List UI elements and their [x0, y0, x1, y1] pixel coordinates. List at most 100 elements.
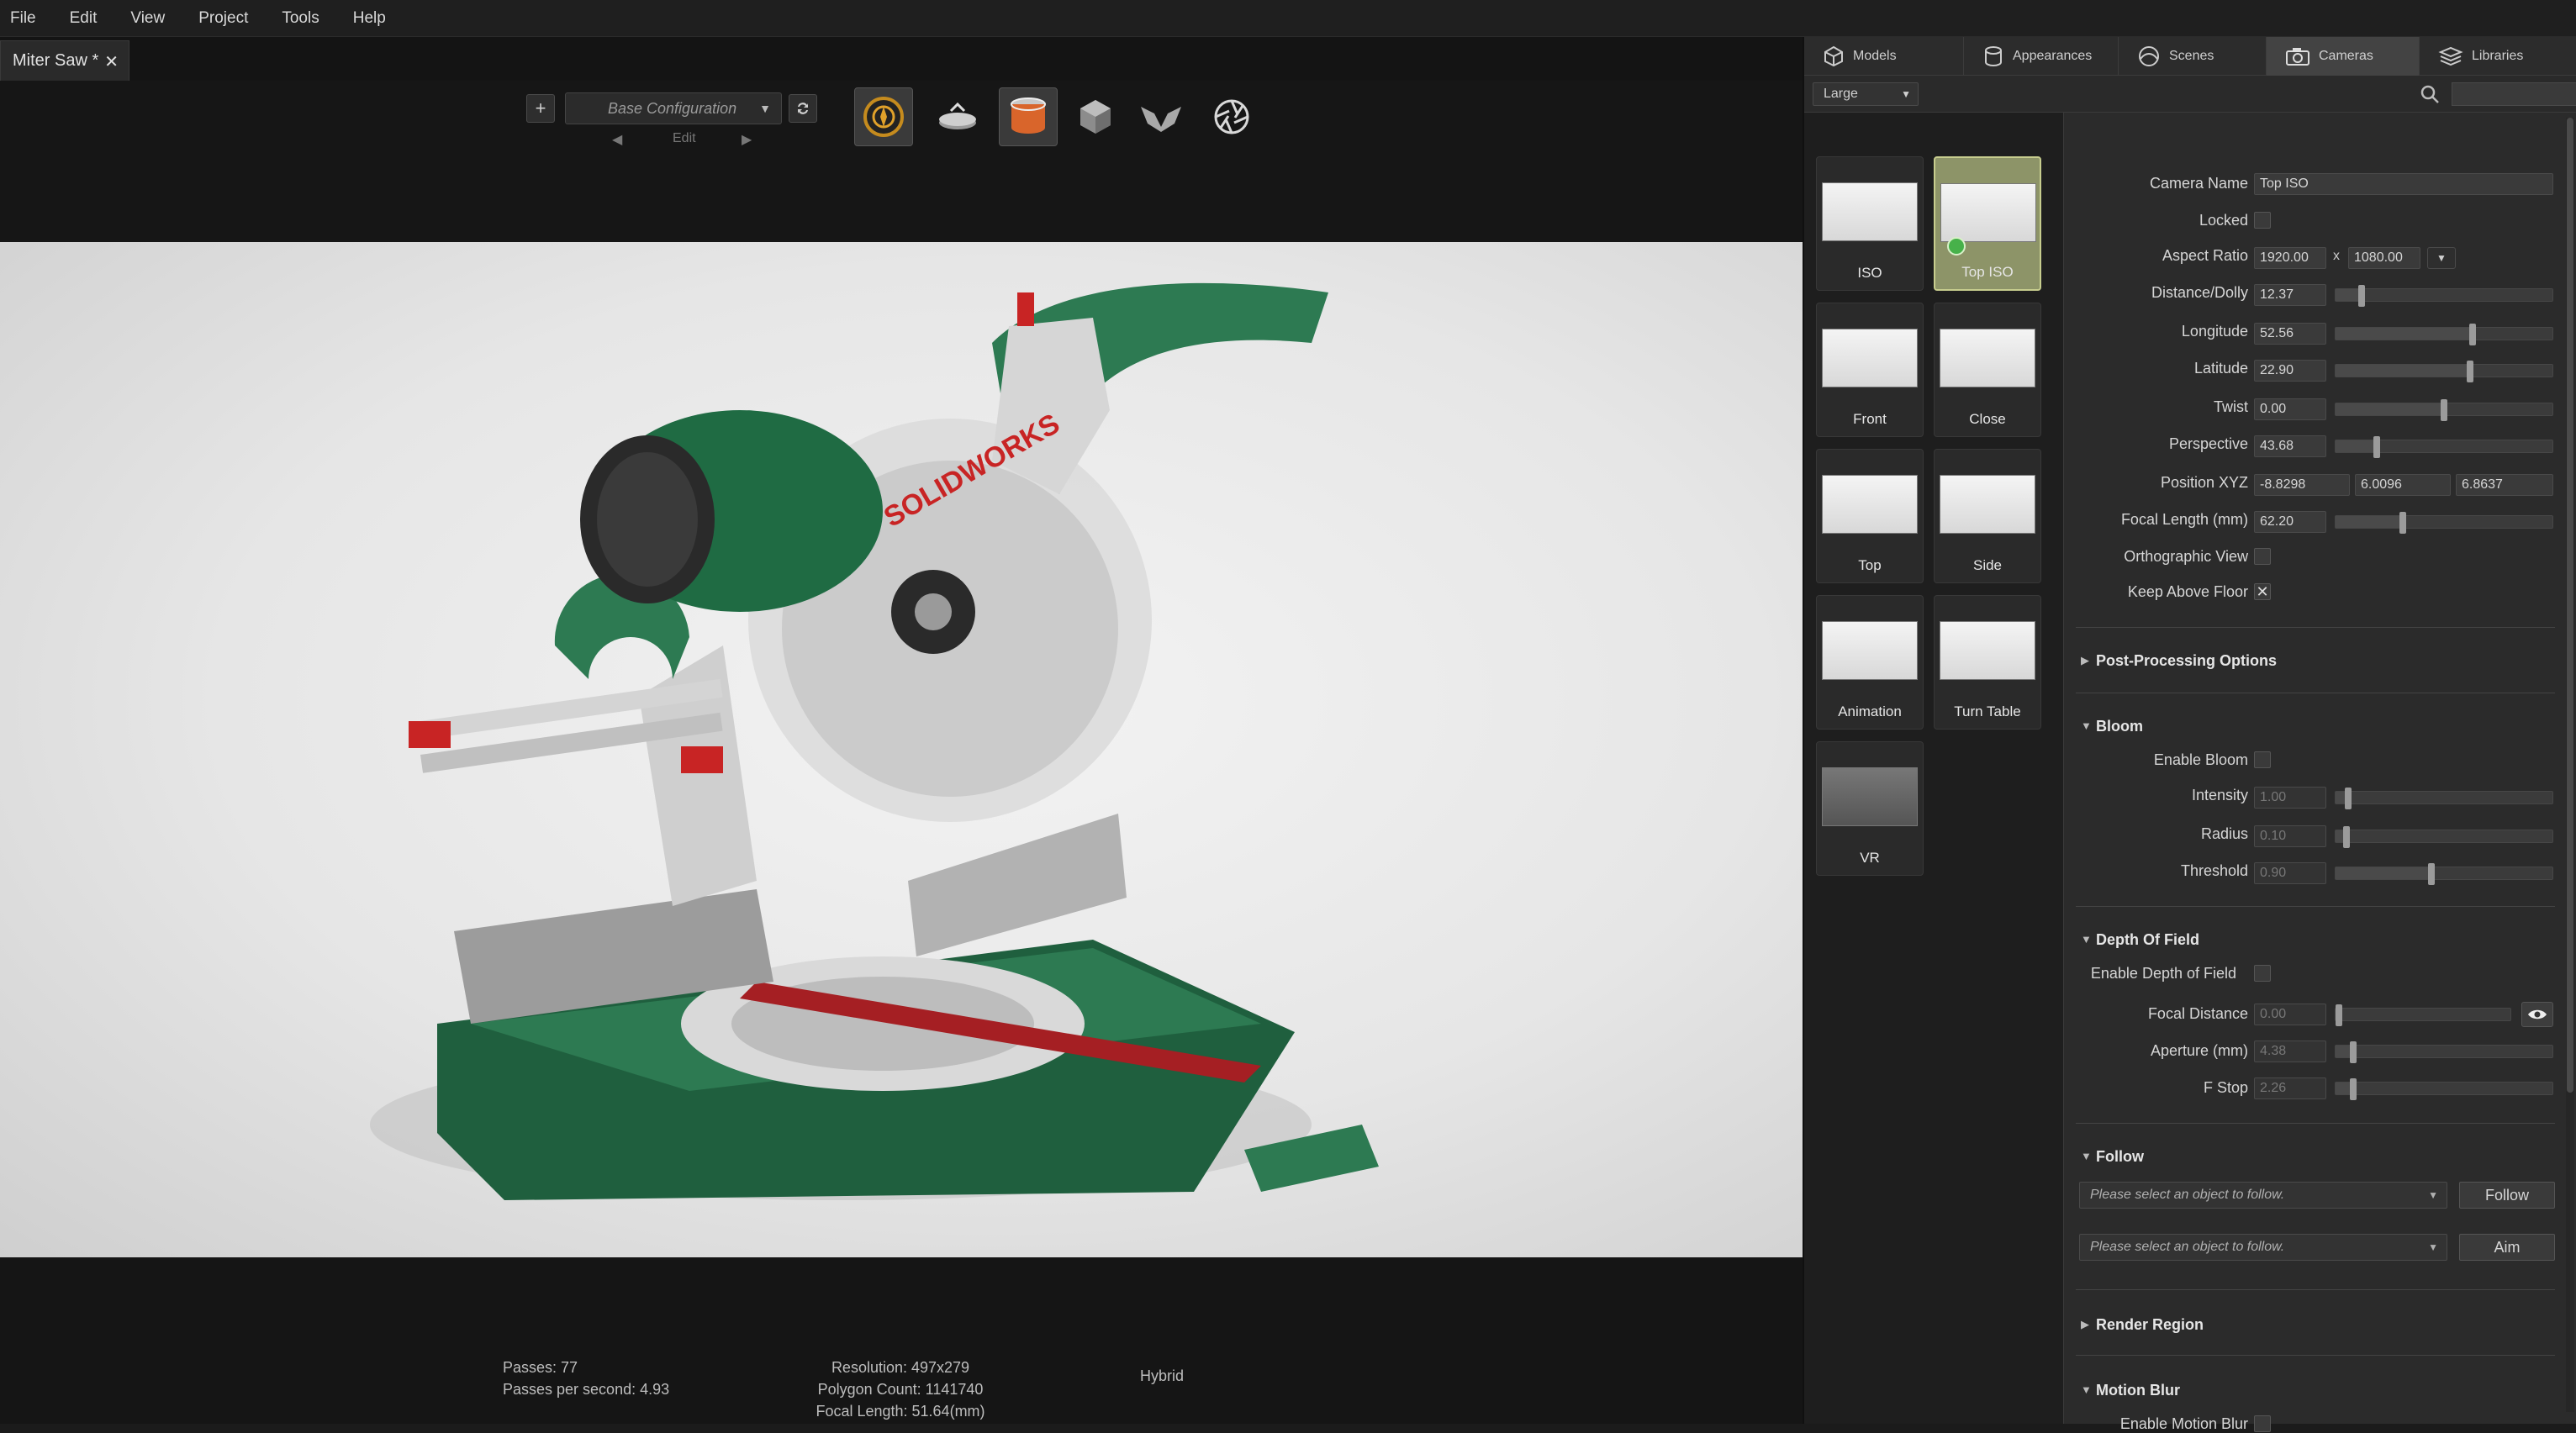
aperture-button[interactable]: [1202, 87, 1261, 146]
perspective-slider[interactable]: [2335, 436, 2553, 458]
chevron-down-icon[interactable]: ▼: [2081, 933, 2092, 946]
add-configuration-button[interactable]: +: [526, 94, 555, 123]
menu-file[interactable]: File: [10, 9, 36, 28]
follow-section-header[interactable]: Follow: [2096, 1148, 2144, 1166]
menu-tools[interactable]: Tools: [282, 9, 319, 28]
slider-handle[interactable]: [2468, 324, 2476, 345]
camera-thumb-side[interactable]: Side: [1934, 449, 2041, 583]
chevron-down-icon[interactable]: ▼: [2081, 719, 2092, 732]
prev-configuration-icon[interactable]: ◀: [612, 131, 622, 148]
motion-blur-section-header[interactable]: Motion Blur: [2096, 1382, 2180, 1399]
slider-handle[interactable]: [2441, 399, 2447, 421]
bloom-section-header[interactable]: Bloom: [2096, 718, 2143, 735]
environment-button[interactable]: [999, 87, 1058, 146]
position-y-field[interactable]: 6.0096: [2355, 474, 2451, 496]
tab-models[interactable]: Models: [1804, 37, 1964, 76]
document-tab[interactable]: Miter Saw * ✕: [0, 40, 129, 81]
search-input[interactable]: [2452, 82, 2576, 106]
camera-thumb-turn-table[interactable]: Turn Table: [1934, 595, 2041, 730]
chevron-down-icon[interactable]: ▼: [2081, 1383, 2092, 1396]
chevron-down-icon[interactable]: ▼: [2081, 1150, 2092, 1162]
camera-thumb-animation[interactable]: Animation: [1816, 595, 1924, 730]
focal-distance-slider[interactable]: [2335, 1004, 2511, 1026]
next-configuration-icon[interactable]: ▶: [742, 131, 752, 148]
longitude-slider[interactable]: [2335, 324, 2553, 345]
model-view-button[interactable]: [1132, 87, 1190, 146]
render-viewport[interactable]: SOLIDWORKS: [0, 242, 1803, 1257]
aim-button[interactable]: Aim: [2459, 1234, 2555, 1261]
render-mode-button[interactable]: [854, 87, 913, 146]
camera-thumb-top[interactable]: Top: [1816, 449, 1924, 583]
bloom-intensity-field[interactable]: 1.00: [2254, 787, 2326, 809]
follow-button[interactable]: Follow: [2459, 1182, 2555, 1209]
distance-slider[interactable]: [2335, 285, 2553, 307]
menu-project[interactable]: Project: [198, 9, 248, 28]
camera-thumb-vr[interactable]: VR: [1816, 741, 1924, 876]
slider-handle[interactable]: [2336, 1004, 2342, 1026]
menu-edit[interactable]: Edit: [70, 9, 98, 28]
slider-handle[interactable]: [2466, 361, 2473, 382]
enable-bloom-checkbox[interactable]: [2254, 751, 2271, 768]
tab-scenes[interactable]: Scenes: [2119, 37, 2267, 76]
bloom-radius-slider[interactable]: [2335, 826, 2553, 848]
aspect-presets-button[interactable]: ▼: [2427, 247, 2456, 269]
enable-dof-checkbox[interactable]: [2254, 965, 2271, 982]
pick-focal-distance-button[interactable]: [2521, 1002, 2553, 1027]
slider-handle[interactable]: [2349, 1078, 2357, 1100]
aperture-field[interactable]: 4.38: [2254, 1041, 2326, 1062]
slider-handle[interactable]: [2373, 436, 2381, 458]
thumbnail-size-select[interactable]: Large ▼: [1813, 82, 1919, 106]
tab-libraries[interactable]: Libraries: [2420, 37, 2576, 76]
bloom-radius-field[interactable]: 0.10: [2254, 825, 2326, 847]
post-processing-section-header[interactable]: Post-Processing Options: [2096, 652, 2277, 670]
position-z-field[interactable]: 6.8637: [2456, 474, 2553, 496]
camera-thumb-close[interactable]: Close: [1934, 303, 2041, 437]
bloom-threshold-field[interactable]: 0.90: [2254, 862, 2326, 884]
chevron-right-icon[interactable]: ▶: [2081, 654, 2089, 667]
configuration-select[interactable]: Base Configuration ▼: [565, 92, 782, 124]
turntable-button[interactable]: [928, 87, 987, 146]
tab-appearances[interactable]: Appearances: [1964, 37, 2119, 76]
orthographic-view-checkbox[interactable]: [2254, 548, 2271, 565]
keep-above-floor-checkbox[interactable]: ✕: [2254, 583, 2271, 600]
focal-length-slider[interactable]: [2335, 512, 2553, 534]
latitude-slider[interactable]: [2335, 361, 2553, 382]
refresh-configuration-button[interactable]: [789, 94, 817, 123]
latitude-field[interactable]: 22.90: [2254, 360, 2326, 382]
properties-scrollbar[interactable]: [2566, 118, 2574, 1412]
aperture-slider[interactable]: [2335, 1041, 2553, 1063]
scene-floor-button[interactable]: [1066, 87, 1125, 146]
search-icon[interactable]: [2420, 84, 2440, 104]
close-icon[interactable]: ✕: [104, 51, 119, 72]
camera-name-field[interactable]: Top ISO: [2254, 173, 2553, 195]
enable-motion-blur-checkbox[interactable]: [2254, 1415, 2271, 1432]
menu-view[interactable]: View: [130, 9, 165, 28]
longitude-field[interactable]: 52.56: [2254, 323, 2326, 345]
menu-help[interactable]: Help: [353, 9, 386, 28]
aspect-width-field[interactable]: 1920.00: [2254, 247, 2326, 269]
slider-handle[interactable]: [2349, 1041, 2357, 1063]
bloom-intensity-slider[interactable]: [2335, 788, 2553, 809]
focal-distance-field[interactable]: 0.00: [2254, 1004, 2326, 1025]
perspective-field[interactable]: 43.68: [2254, 435, 2326, 457]
follow-object-select[interactable]: Please select an object to follow. ▼: [2079, 1182, 2447, 1209]
slider-handle[interactable]: [2345, 788, 2352, 809]
render-region-section-header[interactable]: Render Region: [2096, 1316, 2204, 1334]
camera-thumb-iso[interactable]: ISO: [1816, 156, 1924, 291]
depth-of-field-section-header[interactable]: Depth Of Field: [2096, 931, 2199, 949]
twist-field[interactable]: 0.00: [2254, 398, 2326, 420]
bloom-threshold-slider[interactable]: [2335, 863, 2553, 885]
f-stop-slider[interactable]: [2335, 1078, 2553, 1100]
edit-configuration-link[interactable]: Edit: [673, 131, 696, 146]
slider-handle[interactable]: [2399, 512, 2406, 534]
slider-handle[interactable]: [2342, 826, 2350, 848]
scrollbar-thumb[interactable]: [2567, 118, 2573, 1093]
f-stop-field[interactable]: 2.26: [2254, 1077, 2326, 1099]
aim-object-select[interactable]: Please select an object to follow. ▼: [2079, 1234, 2447, 1261]
locked-checkbox[interactable]: [2254, 212, 2271, 229]
slider-handle[interactable]: [2357, 285, 2365, 307]
distance-field[interactable]: 12.37: [2254, 284, 2326, 306]
aspect-height-field[interactable]: 1080.00: [2348, 247, 2420, 269]
chevron-right-icon[interactable]: ▶: [2081, 1318, 2089, 1331]
twist-slider[interactable]: [2335, 399, 2553, 421]
